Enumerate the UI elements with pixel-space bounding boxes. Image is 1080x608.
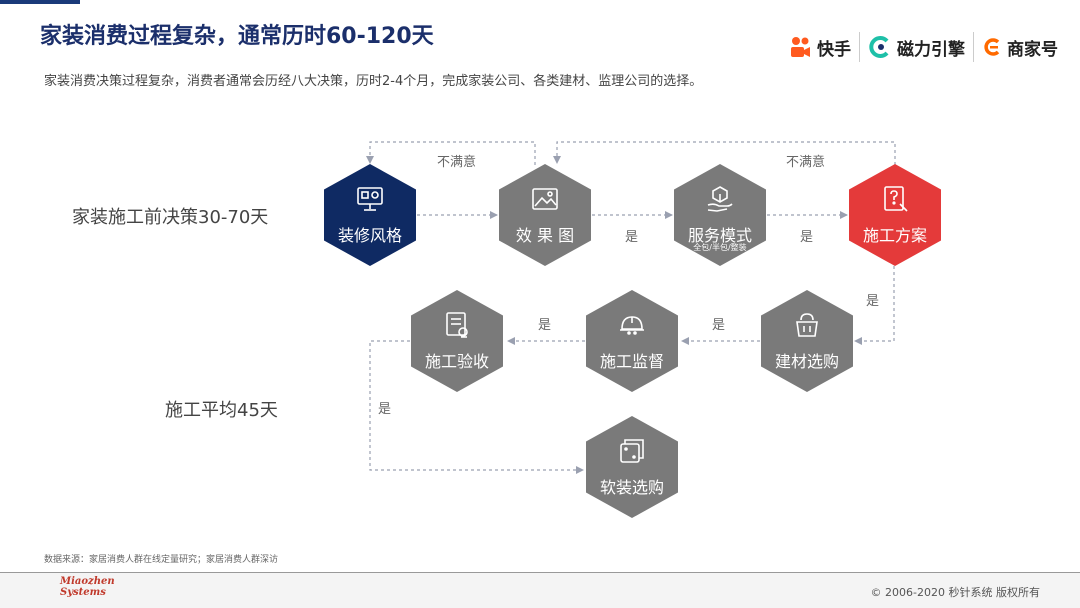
image-icon [532,188,558,210]
monitor-icon [357,187,383,211]
edge-label-yes-1: 是 [625,230,639,245]
step-service-mode: 服务模式 全包/半包/整装 [674,164,766,266]
edge-label-yes-6: 是 [378,402,392,417]
step-label: 效 果 图 [515,226,575,245]
step-sublabel: 全包/半包/整装 [693,243,747,252]
step-label: 施工验收 [424,352,489,371]
flow-connectors [366,141,896,474]
edge-label-yes-5: 是 [538,318,552,333]
plan-doc-icon [884,186,908,212]
edge-label-yes-2: 是 [800,230,814,245]
brand-line-2: Systems [60,587,106,598]
step-label: 建材选购 [774,352,839,371]
helmet-icon [620,316,644,335]
step-supervision: 施工监督 [586,290,678,392]
edge-label-yes-4: 是 [712,318,726,333]
brand-line-1: Miaozhen [60,576,115,587]
edge-label-unsatisfied-2: 不满意 [786,155,826,170]
step-acceptance: 施工验收 [411,290,503,392]
step-label: 施工方案 [862,226,927,245]
step-construction-plan: 施工方案 [849,164,941,266]
step-label: 软装选购 [599,478,664,497]
hexagon-shape [586,290,678,392]
data-source-note: 数据来源：家居消费人群在线定量研究；家居消费人群深访 [44,555,279,565]
checklist-icon [446,312,468,338]
hexagon-shape [586,416,678,518]
step-decoration-style: 装修风格 [324,164,416,266]
step-rendering: 效 果 图 [499,164,591,266]
step-material-purchase: 建材选购 [761,290,853,392]
edge-label-yes-3: 是 [866,294,880,309]
hexagon-shape [849,164,941,266]
hand-box-icon [707,186,733,212]
hexagon-shape [499,164,591,266]
edge-label-unsatisfied-1: 不满意 [437,155,477,170]
edge-plan-back-to-render [553,141,896,165]
furniture-icon [620,439,644,463]
hexagon-shape [411,290,503,392]
bag-icon [796,313,818,337]
copyright: © 2006-2020 秒针系统 版权所有 [870,586,1040,599]
step-soft-furnishing: 软装选购 [586,416,678,518]
miaozhen-logo: Miaozhen Systems [60,576,115,598]
hexagon-shape [324,164,416,266]
step-label: 施工监督 [599,352,664,371]
step-label: 装修风格 [337,226,402,245]
hexagon-shape [761,290,853,392]
